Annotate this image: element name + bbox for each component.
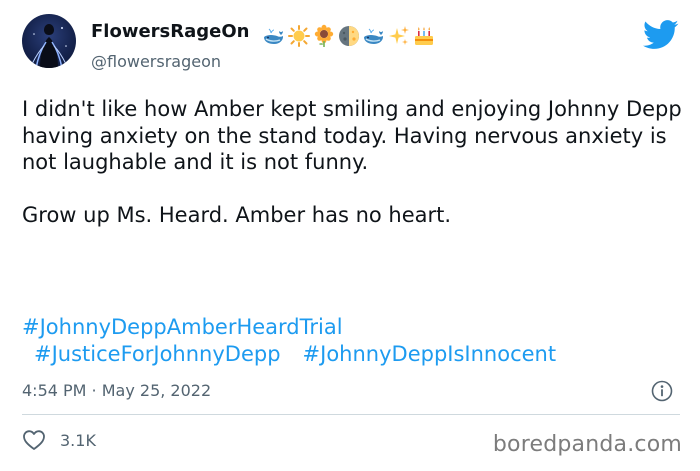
- sunflower-icon: [314, 24, 334, 47]
- avatar[interactable]: [22, 14, 76, 68]
- hashtag-row: #JusticeForJohnnyDepp #JohnnyDeppIsInnoce…: [22, 341, 682, 368]
- whale-icon: [264, 28, 283, 44]
- author-display-name[interactable]: FlowersRageOn: [91, 21, 249, 42]
- info-icon[interactable]: [651, 380, 673, 402]
- like-button[interactable]: 3.1K: [22, 429, 96, 451]
- divider: [22, 414, 680, 415]
- hashtag-link[interactable]: #JohnnyDeppAmberHeardTrial: [22, 315, 343, 339]
- hashtag-link[interactable]: #JusticeForJohnnyDepp: [34, 342, 281, 366]
- like-count: 3.1K: [60, 430, 96, 450]
- sparkles-icon: [389, 26, 409, 45]
- whale-icon: [364, 28, 383, 44]
- tweet-card: FlowersRageOn @flowersrageon I didn't li…: [0, 0, 700, 471]
- watermark: boredpanda.com: [492, 432, 682, 457]
- heart-icon: [23, 430, 45, 450]
- hashtags-block: #JohnnyDeppAmberHeardTrial #JusticeForJo…: [22, 314, 682, 367]
- hashtag-link[interactable]: #JohnnyDeppIsInnocent: [303, 342, 557, 366]
- crown-icon: [415, 27, 433, 45]
- sun-icon: [288, 25, 310, 47]
- tweet-body: I didn't like how Amber kept smiling and…: [22, 97, 682, 227]
- twitter-bird-icon[interactable]: [643, 20, 679, 50]
- name-emoji-row: [262, 23, 436, 49]
- moon-icon: [339, 26, 359, 46]
- author-handle[interactable]: @flowersrageon: [91, 52, 221, 71]
- tweet-timestamp[interactable]: 4:54 PM · May 25, 2022: [22, 381, 211, 400]
